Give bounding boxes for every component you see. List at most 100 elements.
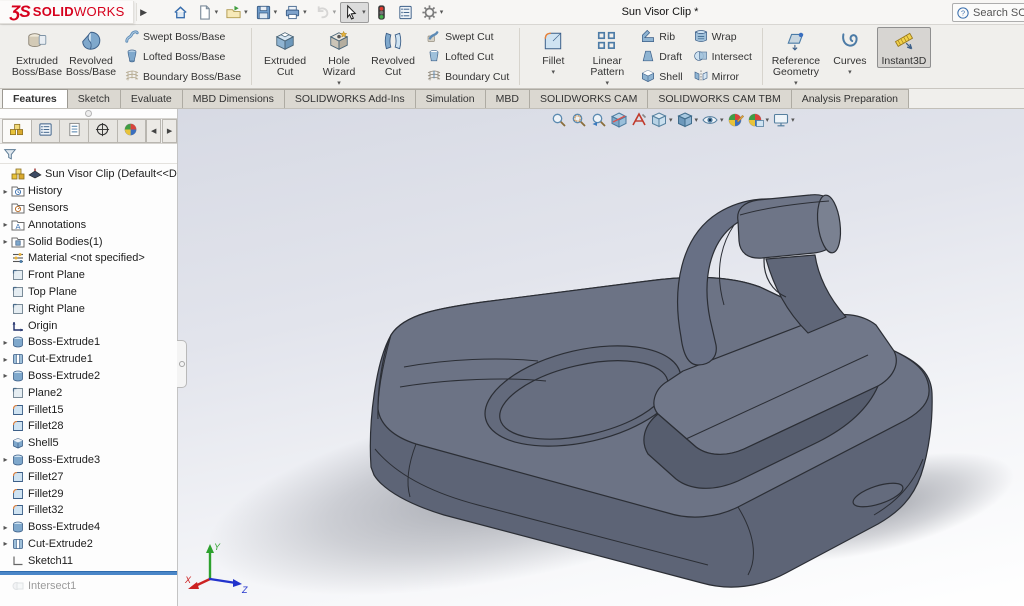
rebuild-button[interactable]: [370, 2, 393, 23]
expand-arrow-icon[interactable]: ▸: [0, 220, 11, 229]
zoom-to-area-button[interactable]: [570, 111, 588, 129]
revolved-boss-base-button[interactable]: Revolved Boss/Base: [64, 27, 118, 79]
save-button[interactable]: ▾: [252, 2, 281, 23]
tree-item-fillet28[interactable]: Fillet28: [0, 418, 177, 435]
tree-item-cut-extrude1[interactable]: ▸Cut-Extrude1: [0, 351, 177, 368]
tree-item-fillet15[interactable]: Fillet15: [0, 401, 177, 418]
shell-button[interactable]: Shell: [636, 67, 686, 87]
swept-cut-button[interactable]: Swept Cut: [422, 27, 513, 47]
panel-tab-configuration-manager[interactable]: [59, 119, 89, 143]
search-input[interactable]: ? Search SOLIDWORKS: [952, 3, 1024, 22]
dropdown-arrow-icon[interactable]: ▾: [440, 8, 444, 16]
previous-view-button[interactable]: [590, 111, 608, 129]
dropdown-arrow-icon[interactable]: ▾: [303, 8, 307, 16]
dropdown-arrow-icon[interactable]: ▾: [606, 79, 610, 87]
expand-arrow-icon[interactable]: ▸: [0, 523, 11, 532]
tree-item-solid-bodies-1[interactable]: ▸Solid Bodies(1): [0, 233, 177, 250]
tree-item-sensors[interactable]: Sensors: [0, 200, 177, 217]
tab-mbd-dimensions[interactable]: MBD Dimensions: [182, 89, 285, 108]
dropdown-arrow-icon[interactable]: ▾: [848, 68, 852, 76]
tab-simulation[interactable]: Simulation: [415, 89, 486, 108]
instant3d-button[interactable]: Instant3D: [877, 27, 931, 68]
tree-item-fillet27[interactable]: Fillet27: [0, 468, 177, 485]
zoom-to-fit-button[interactable]: [550, 111, 568, 129]
extruded-cut-button[interactable]: Extruded Cut: [258, 27, 312, 79]
lofted-boss-base-button[interactable]: Lofted Boss/Base: [120, 47, 245, 67]
panel-tab-featuremanager-tree[interactable]: [2, 119, 32, 143]
intersect-button[interactable]: Intersect: [689, 47, 756, 67]
revolved-cut-button[interactable]: Revolved Cut: [366, 27, 420, 79]
open-button[interactable]: ▾: [222, 2, 251, 23]
lofted-cut-button[interactable]: Lofted Cut: [422, 47, 513, 67]
swept-boss-base-button[interactable]: Swept Boss/Base: [120, 27, 245, 47]
menu-flyout-arrow-icon[interactable]: ▶: [136, 3, 151, 21]
expand-arrow-icon[interactable]: ▸: [0, 539, 11, 548]
panel-tab-dimxpert-manager[interactable]: [88, 119, 118, 143]
tree-item-plane2[interactable]: Plane2: [0, 384, 177, 401]
dropdown-arrow-icon[interactable]: ▾: [333, 8, 337, 16]
tree-item-history[interactable]: ▸History: [0, 183, 177, 200]
expand-arrow-icon[interactable]: ▸: [0, 371, 11, 380]
tree-item-top-plane[interactable]: Top Plane: [0, 284, 177, 301]
tree-item-fillet29[interactable]: Fillet29: [0, 485, 177, 502]
linear-pattern-button[interactable]: Linear Pattern▾: [580, 27, 634, 88]
view-orientation-button[interactable]: ▾: [650, 111, 674, 129]
tree-item-boss-extrude1[interactable]: ▸Boss-Extrude1: [0, 334, 177, 351]
tab-solidworks-add-ins[interactable]: SOLIDWORKS Add-Ins: [284, 89, 416, 108]
dropdown-arrow-icon[interactable]: ▾: [362, 8, 366, 16]
tab-mbd[interactable]: MBD: [485, 89, 530, 108]
panel-tab-display-manager[interactable]: [117, 119, 147, 143]
new-document-button[interactable]: ▾: [193, 2, 222, 23]
panel-tab-property-manager[interactable]: [31, 119, 61, 143]
tab-analysis-preparation[interactable]: Analysis Preparation: [791, 89, 909, 108]
draft-button[interactable]: Draft: [636, 47, 686, 67]
expand-arrow-icon[interactable]: ▸: [0, 338, 11, 347]
wrap-button[interactable]: Wrap: [689, 27, 756, 47]
tree-item-sun-visor-clip-default-default[interactable]: Sun Visor Clip (Default<<Default>: [0, 166, 177, 183]
dropdown-arrow-icon[interactable]: ▾: [337, 79, 341, 87]
tree-item-fillet32[interactable]: Fillet32: [0, 502, 177, 519]
tree-item-cut-extrude2[interactable]: ▸Cut-Extrude2: [0, 536, 177, 553]
tab-solidworks-cam-tbm[interactable]: SOLIDWORKS CAM TBM: [647, 89, 791, 108]
options-button[interactable]: [394, 2, 417, 23]
dropdown-arrow-icon[interactable]: ▾: [274, 8, 278, 16]
display-style-button[interactable]: ▾: [676, 111, 700, 129]
boundary-cut-button[interactable]: Boundary Cut: [422, 67, 513, 87]
section-view-button[interactable]: [610, 111, 628, 129]
dropdown-arrow-icon[interactable]: ▾: [791, 116, 795, 124]
dropdown-arrow-icon[interactable]: ▾: [794, 79, 798, 87]
tab-sketch[interactable]: Sketch: [67, 89, 121, 108]
expand-arrow-icon[interactable]: ▸: [0, 355, 11, 364]
home-button[interactable]: [169, 2, 192, 23]
tree-item-material-not-specified[interactable]: Material <not specified>: [0, 250, 177, 267]
mirror-button[interactable]: Mirror: [689, 67, 756, 87]
expand-arrow-icon[interactable]: ▸: [0, 187, 11, 196]
panel-resize-grip[interactable]: [0, 109, 177, 118]
tab-evaluate[interactable]: Evaluate: [120, 89, 183, 108]
graphics-viewport[interactable]: ▾▾▾▾▾: [178, 109, 1024, 606]
panel-splitter-handle[interactable]: [177, 340, 187, 388]
tree-item-boss-extrude3[interactable]: ▸Boss-Extrude3: [0, 452, 177, 469]
tree-item-origin[interactable]: Origin: [0, 317, 177, 334]
sun-visor-clip-model[interactable]: [178, 109, 1020, 606]
expand-arrow-icon[interactable]: ▸: [0, 237, 11, 246]
boundary-boss-base-button[interactable]: Boundary Boss/Base: [120, 67, 245, 87]
fillet-button[interactable]: Fillet▾: [526, 27, 580, 77]
select-button[interactable]: ▾: [340, 2, 369, 23]
dropdown-arrow-icon[interactable]: ▾: [695, 116, 699, 124]
panel-tabs-scroll-right[interactable]: ▶: [162, 119, 177, 143]
tab-features[interactable]: Features: [2, 89, 68, 108]
curves-button[interactable]: Curves▾: [823, 27, 877, 77]
view-settings-button[interactable]: ▾: [772, 111, 796, 129]
rib-button[interactable]: Rib: [636, 27, 686, 47]
tree-filter-button[interactable]: [0, 144, 177, 164]
undo-button[interactable]: ▾: [311, 2, 340, 23]
tree-item-sketch11[interactable]: Sketch11: [0, 552, 177, 569]
tab-solidworks-cam[interactable]: SOLIDWORKS CAM: [529, 89, 648, 108]
tree-item-boss-extrude4[interactable]: ▸Boss-Extrude4: [0, 519, 177, 536]
tree-item-front-plane[interactable]: Front Plane: [0, 267, 177, 284]
tree-item-right-plane[interactable]: Right Plane: [0, 300, 177, 317]
dropdown-arrow-icon[interactable]: ▾: [669, 116, 673, 124]
apply-scene-button[interactable]: ▾: [747, 111, 771, 129]
dropdown-arrow-icon[interactable]: ▾: [552, 68, 556, 76]
